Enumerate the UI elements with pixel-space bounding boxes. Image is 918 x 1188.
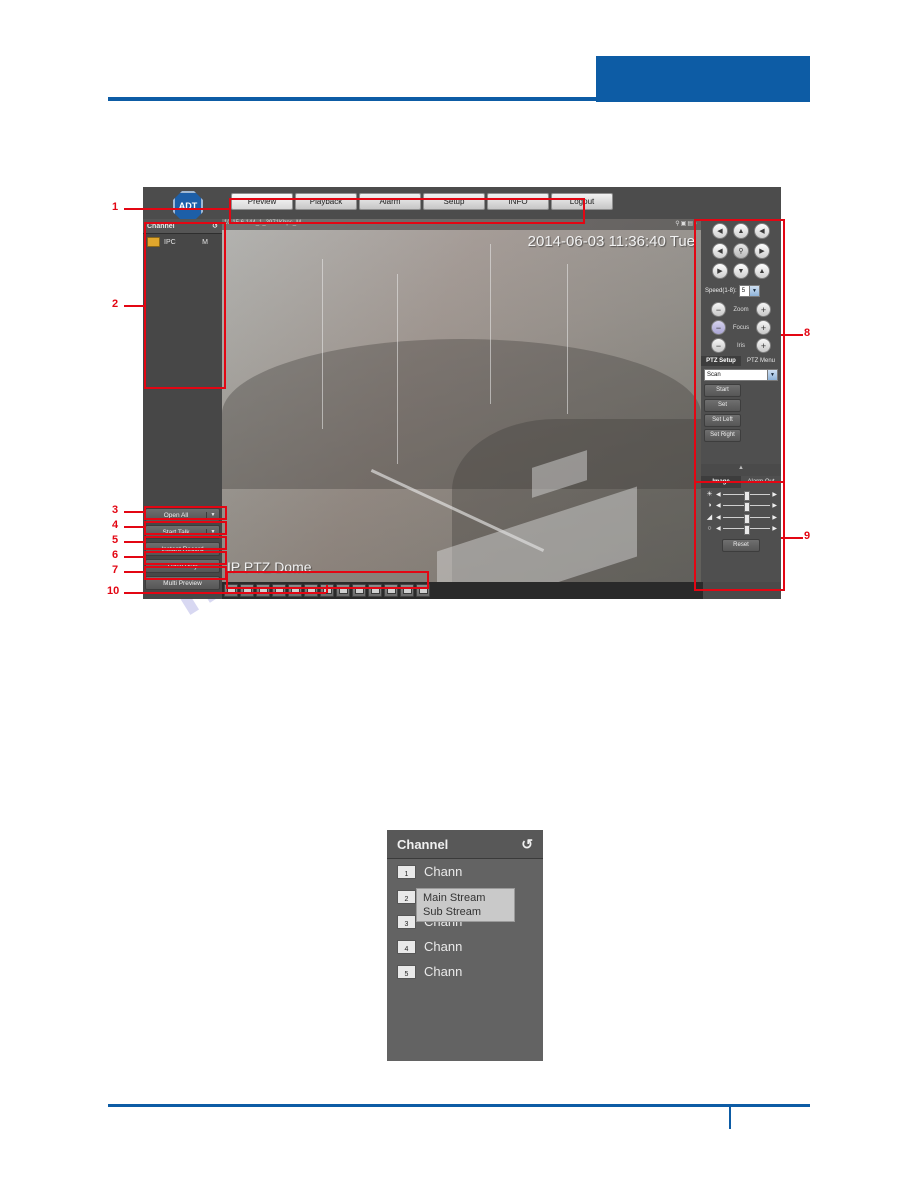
leader-line-8: [781, 334, 803, 336]
inset-channel-label: Chann: [424, 864, 463, 879]
menu-item-main-stream[interactable]: Main Stream: [417, 891, 514, 905]
inset-title: Channel: [397, 836, 449, 852]
leader-line-2: [124, 305, 144, 307]
callout-6: 6: [112, 549, 119, 561]
callout-5: 5: [112, 534, 119, 546]
callout-9: 9: [804, 530, 811, 542]
callout-4: 4: [112, 519, 119, 531]
leader-line-6: [124, 556, 146, 558]
annotation-box-9: [694, 481, 785, 591]
header-blue-block: [596, 56, 810, 102]
refresh-icon[interactable]: ↺: [521, 836, 533, 853]
leader-line-1: [124, 208, 230, 210]
application-screenshot: ADT Preview Playback Alarm Setup INFO Lo…: [143, 187, 781, 599]
camera-icon: 1: [397, 864, 416, 879]
leader-line-10: [124, 592, 326, 594]
camera-icon: 2: [397, 889, 416, 904]
callout-7: 7: [112, 564, 119, 576]
stream-context-menu: Main Stream Sub Stream: [416, 888, 515, 922]
annotation-box-4: [144, 521, 227, 535]
leader-line-4: [124, 526, 146, 528]
annotation-box-3: [144, 506, 227, 520]
footer-tick: [729, 1107, 731, 1129]
annotation-box-8: [694, 219, 785, 483]
multi-preview-label: Multi Preview: [163, 579, 202, 587]
leader-line-9: [781, 537, 803, 539]
video-view[interactable]: 10.15.6.144_1_3971Kbps_M ⚲▣▤♪ 2014-06-03…: [222, 219, 701, 599]
annotation-box-5: [144, 536, 227, 550]
menu-item-sub-stream[interactable]: Sub Stream: [417, 905, 514, 919]
callout-3: 3: [112, 504, 119, 516]
inset-header: Channel ↺: [387, 830, 543, 859]
annotation-box-7: [144, 566, 227, 580]
camera-icon: 3: [397, 914, 416, 929]
callout-10: 10: [107, 585, 120, 597]
callout-2: 2: [112, 298, 119, 310]
video-pole: [567, 264, 568, 414]
channel-detail-inset: Channel ↺ 1 Chann 2 Chann 3 Chann 4 Chan…: [387, 830, 543, 1061]
camera-icon: 5: [397, 964, 416, 979]
video-timestamp: 2014-06-03 11:36:40 Tue: [527, 233, 695, 250]
inset-channel-row[interactable]: 1 Chann: [387, 859, 543, 884]
annotation-box-2: [144, 222, 226, 389]
annotation-box-1: [229, 198, 585, 224]
camera-icon: 4: [397, 939, 416, 954]
footer-rule: [108, 1104, 810, 1107]
inset-channel-label: Chann: [424, 964, 463, 979]
callout-8: 8: [804, 327, 811, 339]
leader-line-5: [124, 541, 146, 543]
video-pole: [397, 274, 398, 464]
leader-line-7: [124, 571, 146, 573]
inset-channel-label: Chann: [424, 939, 463, 954]
video-pole: [322, 259, 323, 429]
leader-line-3: [124, 511, 146, 513]
header-rule: [108, 97, 810, 101]
adt-logo: ADT: [173, 191, 203, 221]
leader-line-10-stem: [326, 585, 328, 593]
inset-channel-row[interactable]: 5 Chann: [387, 959, 543, 984]
inset-channel-row[interactable]: 4 Chann: [387, 934, 543, 959]
annotation-box-6: [144, 551, 227, 565]
video-pole: [490, 244, 491, 404]
callout-1: 1: [112, 201, 119, 213]
